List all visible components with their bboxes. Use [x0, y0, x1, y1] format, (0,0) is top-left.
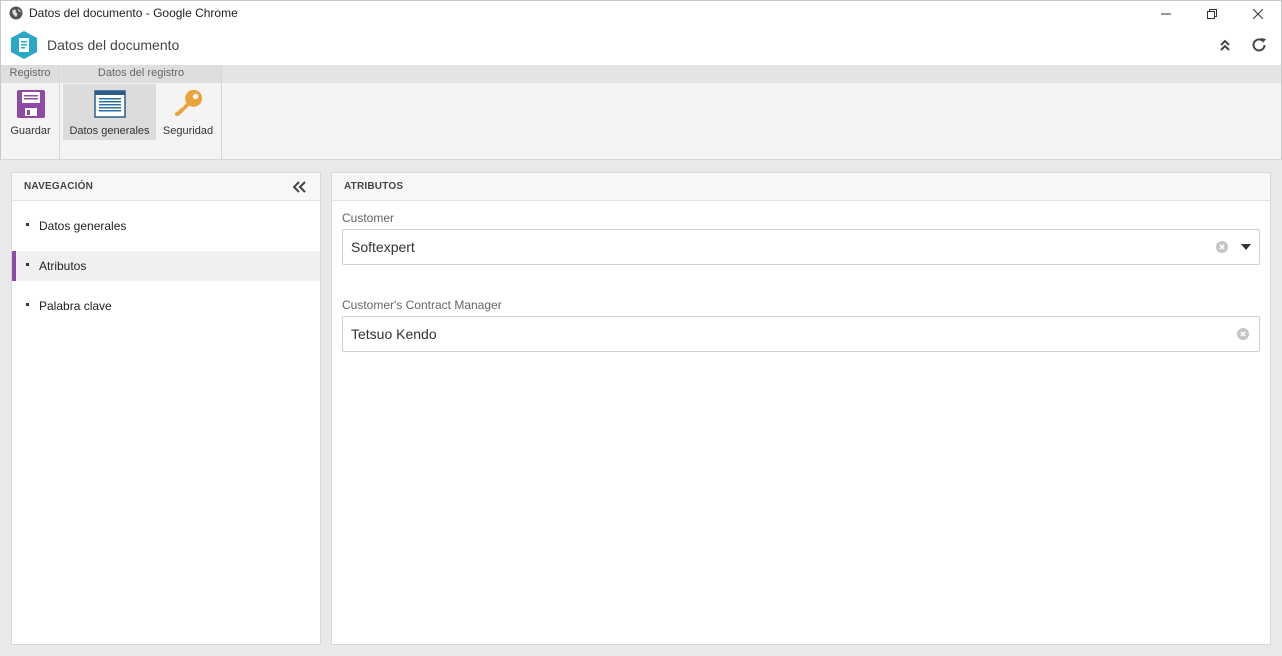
nav-item-label: Palabra clave — [39, 299, 112, 313]
navigation-heading: NAVEGACIÓN — [24, 181, 94, 192]
close-icon — [1253, 8, 1263, 19]
contract-manager-label: Customer's Contract Manager — [342, 298, 502, 312]
attributes-heading: ATRIBUTOS — [344, 181, 404, 192]
key-icon — [174, 89, 203, 117]
security-button[interactable]: Seguridad — [158, 84, 218, 140]
minimize-icon — [1161, 13, 1171, 14]
datos-generales-label: Datos generales — [69, 125, 150, 137]
ribbon-group-label: Registro — [1, 65, 59, 83]
save-label: Guardar — [10, 125, 51, 137]
customer-value: Softexpert — [351, 239, 415, 255]
nav-item-datos-generales[interactable]: Datos generales — [12, 211, 320, 241]
collapse-header-button[interactable] — [1215, 35, 1235, 55]
customer-select[interactable]: Softexpert — [342, 229, 1260, 265]
double-chevron-up-icon — [1220, 39, 1230, 51]
close-button[interactable] — [1235, 1, 1281, 26]
globe-icon — [9, 6, 23, 20]
ribbon-toolbar: Registro Datos del registro Guardar Dato… — [0, 65, 1282, 160]
double-chevron-left-icon — [293, 181, 306, 193]
refresh-icon — [1252, 38, 1266, 52]
navigation-panel: NAVEGACIÓN Datos generales Atributos Pal… — [11, 172, 321, 645]
customer-field: Customer Softexpert — [342, 211, 1260, 265]
floppy-disk-icon — [16, 90, 45, 118]
document-logo-icon — [11, 31, 37, 59]
nav-item-label: Datos generales — [39, 219, 127, 233]
bullet-icon — [26, 222, 29, 226]
dropdown-arrow-icon[interactable] — [1241, 244, 1251, 250]
attributes-panel: ATRIBUTOS Customer Softexpert Customer's… — [331, 172, 1271, 645]
datos-generales-button[interactable]: Datos generales — [63, 84, 156, 140]
clear-icon[interactable] — [1216, 241, 1228, 253]
app-header: Datos del documento — [0, 25, 1282, 65]
customer-label: Customer — [342, 211, 395, 225]
page-title: Datos del documento — [47, 37, 180, 53]
browser-titlebar: Datos del documento - Google Chrome — [0, 0, 1282, 25]
attributes-header: ATRIBUTOS — [332, 173, 1270, 201]
security-label: Seguridad — [162, 125, 214, 137]
contract-manager-input[interactable]: Tetsuo Kendo — [342, 316, 1260, 352]
form-window-icon — [93, 90, 126, 118]
nav-item-label: Atributos — [39, 259, 87, 273]
restore-icon — [1207, 8, 1217, 19]
bullet-icon — [26, 302, 29, 306]
bullet-icon — [26, 262, 29, 266]
contract-manager-value: Tetsuo Kendo — [351, 326, 437, 342]
minimize-button[interactable] — [1143, 1, 1189, 26]
ribbon-group-label: Datos del registro — [61, 65, 221, 83]
nav-item-atributos[interactable]: Atributos — [12, 251, 320, 281]
navigation-header: NAVEGACIÓN — [12, 173, 320, 201]
collapse-navigation-button[interactable] — [292, 179, 308, 195]
restore-button[interactable] — [1189, 1, 1235, 26]
window-title: Datos del documento - Google Chrome — [29, 6, 238, 20]
nav-item-palabra-clave[interactable]: Palabra clave — [12, 291, 320, 321]
navigation-list: Datos generales Atributos Palabra clave — [12, 211, 320, 321]
contract-manager-field: Customer's Contract Manager Tetsuo Kendo — [342, 298, 1260, 352]
refresh-button[interactable] — [1249, 35, 1269, 55]
clear-icon[interactable] — [1237, 328, 1249, 340]
save-button[interactable]: Guardar — [4, 84, 57, 140]
